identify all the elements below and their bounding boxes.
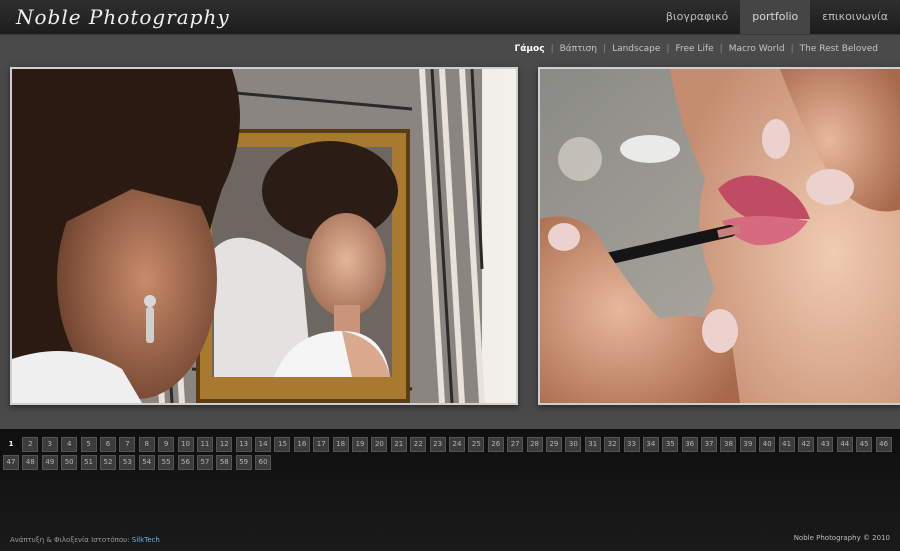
site-logo[interactable]: Noble Photography [16,5,230,29]
page-button-37[interactable]: 37 [701,437,718,452]
page-button-21[interactable]: 21 [390,437,407,452]
page-button-15[interactable]: 15 [274,437,291,452]
page-button-5[interactable]: 5 [80,437,97,452]
lipstick-application-image [540,69,900,403]
category-item-4[interactable]: Free Life [675,44,713,54]
pagination-area: 1 2 3 4 5 6 7 8 9 10 11 12 13 14 15 16 17 18 19 20 21 22 23 24 2… [0,429,900,551]
page-button-31[interactable]: 31 [584,437,601,452]
page-button-23[interactable]: 23 [429,437,446,452]
page-button-34[interactable]: 34 [642,437,659,452]
page-button-4[interactable]: 4 [61,437,78,452]
page-button-49[interactable]: 49 [41,455,58,470]
category-separator: | [666,44,670,54]
page-button-22[interactable]: 22 [410,437,427,452]
page-button-46[interactable]: 46 [875,437,892,452]
category-separator: | [790,44,794,54]
page-button-56[interactable]: 56 [177,455,194,470]
page-button-35[interactable]: 35 [662,437,679,452]
page-button-24[interactable]: 24 [448,437,465,452]
page-button-41[interactable]: 41 [778,437,795,452]
page-button-57[interactable]: 57 [196,455,213,470]
category-item-5[interactable]: Macro World [729,44,785,54]
page-button-50[interactable]: 50 [61,455,78,470]
page-button-7[interactable]: 7 [119,437,136,452]
page-button-33[interactable]: 33 [623,437,640,452]
page-button-32[interactable]: 32 [604,437,621,452]
page-button-20[interactable]: 20 [371,437,388,452]
page-button-36[interactable]: 36 [681,437,698,452]
category-item-6[interactable]: The Rest Beloved [800,44,878,54]
category-separator: | [603,44,607,54]
category-item-3[interactable]: Landscape [612,44,660,54]
page-button-58[interactable]: 58 [216,455,233,470]
category-separator: | [550,44,554,54]
lipstick-application-photo[interactable] [538,67,900,405]
page-button-52[interactable]: 52 [99,455,116,470]
bride-in-mirror-photo[interactable] [10,67,518,405]
footer-copyright: Noble Photography © 2010 [793,534,890,542]
page-button-39[interactable]: 39 [739,437,756,452]
page-button-55[interactable]: 55 [158,455,175,470]
page-button-47[interactable]: 47 [3,455,19,470]
page-button-30[interactable]: 30 [565,437,582,452]
bride-in-mirror-image [12,69,516,403]
page-button-17[interactable]: 17 [313,437,330,452]
footer-credit-text: Ανάπτυξη & Φιλοξενία Ιστοτόπου: [10,536,130,544]
page-button-3[interactable]: 3 [41,437,58,452]
page-button-53[interactable]: 53 [119,455,136,470]
top-nav-item-2[interactable]: portfolio [740,0,811,34]
page-button-11[interactable]: 11 [196,437,213,452]
top-nav-item-1[interactable]: βιογραφικό [654,0,740,34]
footer-credit: Ανάπτυξη & Φιλοξενία Ιστοτόπου: SilkTech [10,536,160,544]
page-button-12[interactable]: 12 [216,437,233,452]
pagination: 1 2 3 4 5 6 7 8 9 10 11 12 13 14 15 16 17 18 19 20 21 22 23 24 2… [3,437,897,473]
page-button-13[interactable]: 13 [235,437,252,452]
page-button-1[interactable]: 1 [3,437,19,452]
page-button-60[interactable]: 60 [255,455,272,470]
category-nav: Γάμος | Βάπτιση | Landscape | Free Life | Macro … [515,44,879,54]
page-button-38[interactable]: 38 [720,437,737,452]
page-button-48[interactable]: 48 [22,455,39,470]
silktech-link[interactable]: SilkTech [132,536,160,544]
page-button-14[interactable]: 14 [255,437,272,452]
page-button-18[interactable]: 18 [332,437,349,452]
page-button-29[interactable]: 29 [545,437,562,452]
page-button-6[interactable]: 6 [99,437,116,452]
page-button-19[interactable]: 19 [352,437,369,452]
page-button-9[interactable]: 9 [158,437,175,452]
page-button-45[interactable]: 45 [856,437,873,452]
category-item-2[interactable]: Βάπτιση [560,44,597,54]
page-button-42[interactable]: 42 [798,437,815,452]
page-button-27[interactable]: 27 [507,437,524,452]
page-button-8[interactable]: 8 [138,437,155,452]
top-nav: βιογραφικό portfolio επικοινωνία [654,0,900,34]
top-nav-item-3[interactable]: επικοινωνία [810,0,900,34]
page-button-54[interactable]: 54 [138,455,155,470]
page-button-28[interactable]: 28 [526,437,543,452]
page-button-2[interactable]: 2 [22,437,39,452]
page-button-16[interactable]: 16 [293,437,310,452]
page-button-40[interactable]: 40 [759,437,776,452]
category-separator: | [719,44,723,54]
category-item-1[interactable]: Γάμος [515,44,545,54]
page-button-43[interactable]: 43 [817,437,834,452]
header: Noble Photography βιογραφικό portfolio επι… [0,0,900,35]
page-button-26[interactable]: 26 [487,437,504,452]
page-button-10[interactable]: 10 [177,437,194,452]
page-button-44[interactable]: 44 [836,437,853,452]
page-button-25[interactable]: 25 [468,437,485,452]
page-button-59[interactable]: 59 [235,455,252,470]
portfolio-panel: Γάμος | Βάπτιση | Landscape | Free Life | Macro … [0,35,900,429]
page-button-51[interactable]: 51 [80,455,97,470]
